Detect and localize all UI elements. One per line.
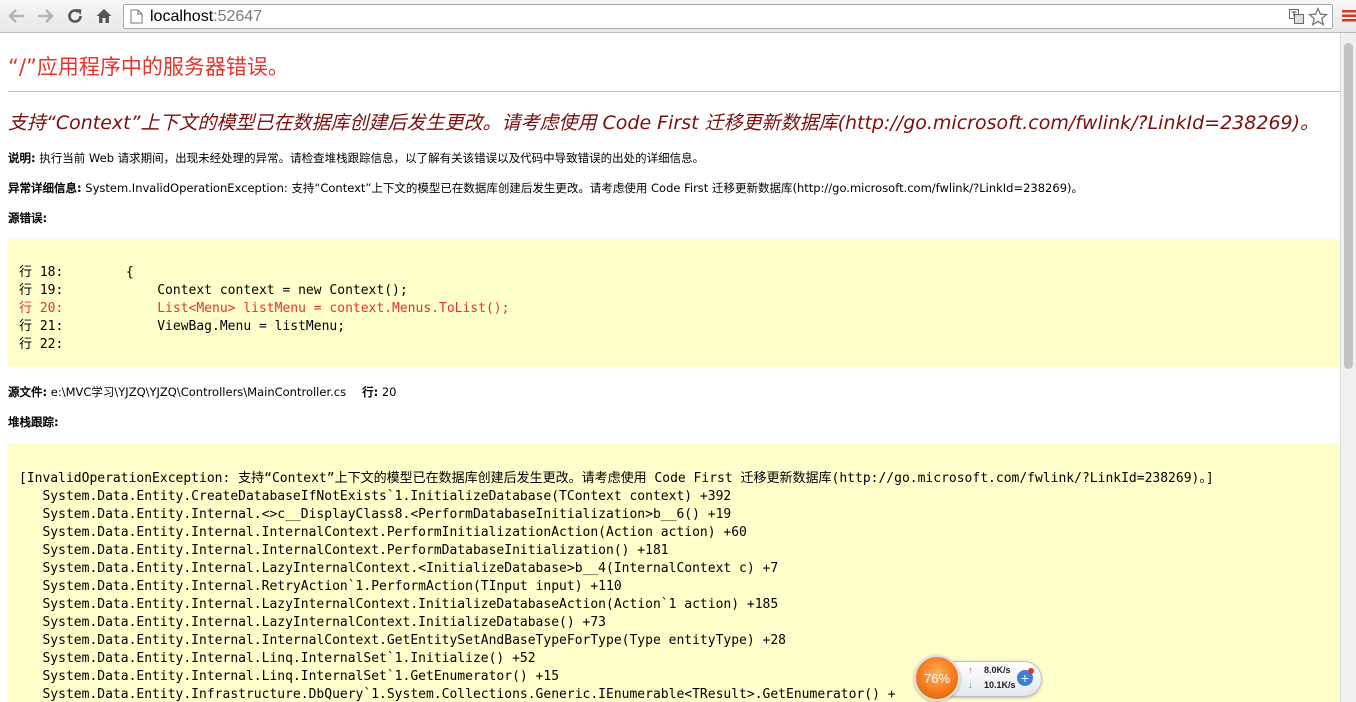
address-text: localhost:52647	[150, 7, 262, 27]
error-message: 支持“Context”上下文的模型已在数据库创建后发生更改。请考虑使用 Code…	[8, 112, 1320, 134]
notification-dot-icon	[1028, 668, 1034, 674]
stack-line: System.Data.Entity.CreateDatabaseIfNotEx…	[19, 489, 732, 504]
home-button[interactable]	[93, 5, 115, 27]
memory-gauge-percent: 76%	[923, 670, 951, 686]
exception-label: 异常详细信息:	[8, 181, 82, 195]
source-error-label: 源错误:	[8, 211, 48, 225]
stack-line: System.Data.Entity.Internal.LazyInternal…	[19, 597, 779, 612]
stack-line: System.Data.Entity.Internal.InternalCont…	[19, 633, 787, 648]
stack-line: System.Data.Entity.Infrastructure.DbQuer…	[19, 687, 896, 702]
source-line: 行 18: {	[19, 265, 134, 280]
menu-icon[interactable]	[1342, 9, 1356, 23]
reload-icon	[68, 9, 82, 23]
stack-line: System.Data.Entity.Internal.InternalCont…	[19, 543, 669, 558]
arrow-left-icon	[8, 9, 24, 23]
stack-line: System.Data.Entity.Internal.Linq.Interna…	[19, 651, 536, 666]
title-divider	[8, 91, 1340, 92]
download-speed-value: 10.1K/s	[984, 680, 1016, 690]
download-speed: ↓ 10.1K/s	[968, 680, 1016, 690]
network-speed-widget[interactable]: ↑ 8.0K/s ↓ 10.1K/s + 76%	[914, 655, 1042, 701]
stack-line: System.Data.Entity.Internal.LazyInternal…	[19, 615, 606, 630]
url-port: :52647	[213, 8, 263, 25]
page-content: “/”应用程序中的服务器错误。 支持“Context”上下文的模型已在数据库创建…	[0, 33, 1340, 702]
url-host: localhost	[150, 8, 214, 25]
star-icon[interactable]	[1308, 7, 1328, 27]
stack-line: System.Data.Entity.Internal.Linq.Interna…	[19, 669, 560, 684]
source-line: 行 22:	[19, 337, 64, 352]
back-button[interactable]	[6, 5, 28, 27]
stack-trace-heading: 堆栈跟踪:	[8, 414, 59, 430]
browser-toolbar: localhost:52647	[0, 0, 1356, 33]
stack-line: System.Data.Entity.Internal.LazyInternal…	[19, 561, 779, 576]
scrollbar-thumb[interactable]	[1344, 43, 1353, 369]
page-title: “/”应用程序中的服务器错误。	[8, 55, 289, 79]
source-file-label: 源文件:	[8, 385, 48, 399]
arrow-down-icon: ↓	[968, 680, 973, 690]
stack-line: [InvalidOperationException: 支持“Context”上…	[19, 471, 1214, 486]
stack-trace-label: 堆栈跟踪:	[8, 415, 59, 429]
home-icon	[96, 9, 112, 23]
line-value: 20	[378, 385, 397, 399]
upload-speed: ↑ 8.0K/s	[968, 665, 1011, 675]
source-line-highlighted: 行 20: List<Menu> listMenu = context.Menu…	[19, 301, 510, 316]
translate-icon[interactable]	[1289, 9, 1304, 24]
upload-speed-value: 8.0K/s	[984, 665, 1011, 675]
stack-line: System.Data.Entity.Internal.<>c__Display…	[19, 507, 732, 522]
description-text: 执行当前 Web 请求期间，出现未经处理的异常。请检查堆栈跟踪信息，以了解有关该…	[35, 151, 705, 165]
description-line: 说明: 执行当前 Web 请求期间，出现未经处理的异常。请检查堆栈跟踪信息，以了…	[8, 150, 704, 166]
source-code-box: 行 18: { 行 19: Context context = new Cont…	[8, 239, 1340, 367]
address-bar[interactable]: localhost:52647	[123, 4, 1333, 29]
description-label: 说明:	[8, 151, 36, 165]
reload-button[interactable]	[64, 5, 86, 27]
forward-button[interactable]	[34, 5, 56, 27]
stack-line: System.Data.Entity.Internal.RetryAction`…	[19, 579, 622, 594]
arrow-right-icon	[38, 9, 54, 23]
line-label: 行:	[362, 385, 379, 399]
vertical-scrollbar[interactable]	[1340, 33, 1356, 702]
source-error-heading: 源错误:	[8, 210, 47, 226]
stack-trace-box: [InvalidOperationException: 支持“Context”上…	[8, 443, 1340, 702]
memory-gauge[interactable]: 76%	[914, 655, 960, 701]
source-file-value: e:\MVC学习\YJZQ\YJZQ\Controllers\MainContr…	[47, 385, 347, 399]
page-icon	[130, 9, 143, 24]
source-code: 行 18: { 行 19: Context context = new Cont…	[19, 264, 509, 354]
stack-line: System.Data.Entity.Internal.InternalCont…	[19, 525, 747, 540]
source-file-line: 源文件: e:\MVC学习\YJZQ\YJZQ\Controllers\Main…	[8, 384, 397, 400]
source-line: 行 21: ViewBag.Menu = listMenu;	[19, 319, 346, 334]
arrow-up-icon: ↑	[968, 665, 973, 675]
source-line: 行 19: Context context = new Context();	[19, 283, 408, 298]
exception-line: 异常详细信息: System.InvalidOperationException…	[8, 180, 1083, 196]
exception-text: System.InvalidOperationException: 支持“Con…	[81, 181, 1083, 195]
